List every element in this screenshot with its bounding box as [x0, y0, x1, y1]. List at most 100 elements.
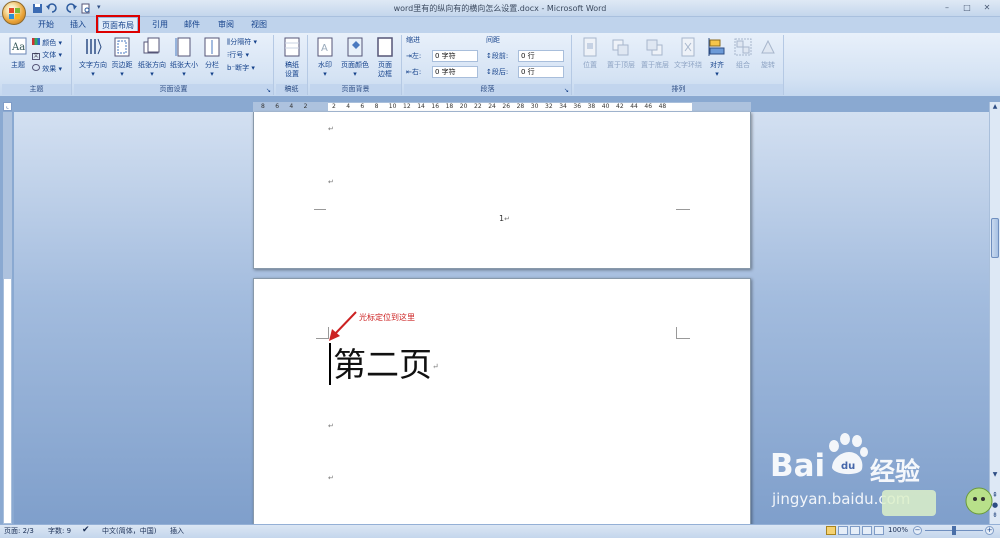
page-borders-button[interactable]: 页面 边框	[372, 37, 398, 79]
columns-button[interactable]: 分栏 ▾	[200, 37, 224, 79]
paragraph-launcher-icon[interactable]: ↘	[564, 87, 569, 94]
svg-text:Aa: Aa	[11, 42, 25, 53]
manuscript-settings-button[interactable]: 稿纸 设置	[278, 37, 306, 79]
tab-references[interactable]: 引用	[146, 17, 174, 33]
ruler-number: 2	[303, 103, 308, 110]
manuscript-icon	[284, 37, 300, 57]
scroll-thumb[interactable]	[991, 218, 999, 258]
effects-icon	[32, 64, 40, 71]
tab-view[interactable]: 视图	[245, 17, 273, 33]
heading-second-page[interactable]: 第二页↵	[333, 345, 439, 387]
align-button[interactable]: 对齐 ▾	[704, 37, 730, 79]
insert-mode-status[interactable]: 插入	[170, 526, 184, 536]
group-objects-icon	[734, 38, 752, 56]
scroll-up-icon[interactable]: ▲	[990, 102, 1000, 112]
tab-home[interactable]: 开始	[32, 17, 60, 33]
ruler-number: 36	[573, 103, 582, 110]
page-count-status[interactable]: 页面: 2/3	[4, 526, 34, 536]
language-status[interactable]: 中文(简体，中国)	[102, 526, 156, 536]
tab-review[interactable]: 审阅	[212, 17, 240, 33]
align-label: 对齐	[710, 61, 724, 69]
draft-view-icon[interactable]	[874, 526, 884, 535]
page-setup-launcher-icon[interactable]: ↘	[266, 87, 271, 94]
ruler-number: 6	[275, 103, 280, 110]
page-1[interactable]: ↵ ↵ 1↵	[253, 112, 751, 269]
maximize-button[interactable]: □	[960, 2, 974, 13]
bring-to-front-button[interactable]: 置于顶层	[604, 37, 638, 70]
watermark-button[interactable]: A 水印 ▾	[312, 37, 338, 79]
zoom-level[interactable]: 100%	[888, 526, 908, 534]
zoom-slider-thumb[interactable]	[952, 526, 956, 535]
line-numbers-button[interactable]: ⁝行号 ▾	[227, 51, 249, 60]
group-objects-button[interactable]: 组合	[730, 37, 756, 70]
text-direction-button[interactable]: 文字方向 ▾	[76, 37, 110, 79]
heading-text: 第二页	[333, 345, 432, 384]
paragraph-mark: ↵	[328, 474, 334, 482]
paragraph-mark: ↵	[328, 125, 334, 133]
position-label: 位置	[583, 61, 597, 69]
position-button[interactable]: 位置	[576, 37, 604, 70]
ruler-number: 4	[289, 103, 294, 110]
zoom-out-icon[interactable]: −	[913, 526, 922, 535]
arrange-group-label: 排列	[574, 84, 783, 95]
spacing-after-input[interactable]: 0 行	[518, 66, 564, 78]
ruler-number: 10	[388, 103, 397, 110]
indent-title: 缩进	[406, 36, 420, 44]
full-screen-reading-icon[interactable]	[838, 526, 848, 535]
hyphenation-button[interactable]: b⁻断字 ▾	[227, 64, 255, 73]
theme-fonts-label: 文体	[42, 51, 57, 59]
theme-colors-label: 颜色	[42, 39, 57, 47]
ruler-toggle-button[interactable]: ⌞	[3, 102, 12, 111]
theme-colors-button[interactable]: 颜色 ▾	[32, 38, 62, 48]
indent-left-input[interactable]: 0 字符	[432, 50, 478, 62]
proofing-icon[interactable]: ✔	[82, 525, 90, 535]
office-button[interactable]	[2, 1, 26, 25]
size-button[interactable]: 纸张大小 ▾	[168, 37, 200, 79]
columns-icon	[204, 37, 220, 57]
outline-view-icon[interactable]	[862, 526, 872, 535]
spacing-before-label: ↕段前:	[486, 52, 508, 61]
indent-right-input[interactable]: 0 字符	[432, 66, 478, 78]
breaks-button[interactable]: ⫼分隔符 ▾	[227, 38, 257, 47]
themes-button[interactable]: Aa 主题	[4, 37, 32, 70]
manuscript-group-label: 稿纸	[276, 84, 307, 95]
ruler-number: 6	[360, 103, 365, 110]
tab-insert[interactable]: 插入	[64, 17, 92, 33]
window-title: word里有的纵向有的横向怎么设置.docx - Microsoft Word	[393, 4, 607, 13]
print-layout-view-icon[interactable]	[826, 526, 836, 535]
orientation-button[interactable]: 纸张方向 ▾	[136, 37, 168, 79]
send-to-back-button[interactable]: 置于底层	[638, 37, 672, 70]
text-direction-icon	[86, 38, 102, 55]
send-to-back-icon	[646, 39, 663, 56]
close-button[interactable]: ✕	[980, 2, 994, 13]
page-color-button[interactable]: 页面颜色 ▾	[338, 37, 372, 79]
rotate-button[interactable]: 旋转	[756, 37, 780, 70]
page-borders-icon	[377, 37, 393, 57]
text-cursor	[329, 343, 331, 385]
paragraph-mark: ↵	[432, 362, 439, 371]
minimize-button[interactable]: –	[940, 2, 954, 13]
spacing-after-label: ↕段后:	[486, 68, 508, 77]
margin-corner-mark	[676, 338, 690, 339]
web-layout-icon[interactable]	[850, 526, 860, 535]
theme-fonts-button[interactable]: 文 文体 ▾	[32, 51, 62, 60]
zoom-in-icon[interactable]: +	[985, 526, 994, 535]
margins-button[interactable]: 页边距 ▾	[108, 37, 136, 79]
ruler-number: 4	[346, 103, 351, 110]
paragraph-group: 缩进 间距 ⇥左: 0 字符 ⇤右: 0 字符 ↕段前: 0 行 ↕段后: 0 …	[404, 35, 572, 95]
ruler-number: 26	[502, 103, 511, 110]
page-setup-group: 文字方向 ▾ 页边距 ▾ 纸张方向 ▾ 纸张大小 ▾ 分栏 ▾ ⫼分隔符 ▾ ⁝行号 ▾ …	[74, 35, 274, 95]
tab-mailings[interactable]: 邮件	[178, 17, 206, 33]
spacing-before-input[interactable]: 0 行	[518, 50, 564, 62]
ruler-number: 40	[601, 103, 610, 110]
svg-text:du: du	[841, 461, 855, 472]
spacing-before-text: 段前:	[491, 52, 509, 60]
ruler-number: 8	[374, 103, 379, 110]
word-count-status[interactable]: 字数: 9	[48, 526, 71, 536]
theme-effects-button[interactable]: 效果 ▾	[32, 64, 62, 74]
ruler-number: 8	[261, 103, 265, 110]
orientation-label: 纸张方向	[138, 61, 166, 69]
ruler-number: 14	[417, 103, 425, 110]
spacing-title: 间距	[486, 36, 500, 44]
text-wrapping-button[interactable]: 文字环绕	[672, 37, 704, 70]
